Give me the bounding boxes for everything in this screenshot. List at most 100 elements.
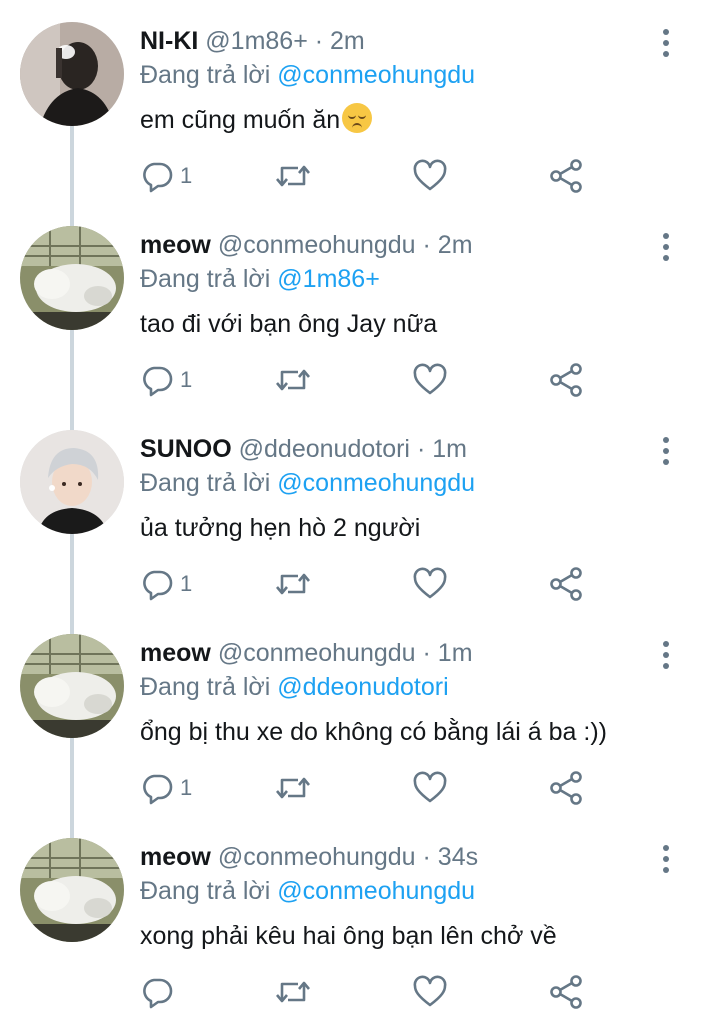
avatar[interactable] xyxy=(20,22,124,126)
display-name[interactable]: SUNOO xyxy=(140,435,232,463)
share-icon xyxy=(550,771,582,805)
avatar[interactable] xyxy=(20,430,124,534)
like-button[interactable] xyxy=(412,562,448,606)
tweet-text: ủa tưởng hẹn hò 2 người xyxy=(140,514,421,542)
more-vertical-icon[interactable] xyxy=(652,26,680,60)
tweet-actions: 1 xyxy=(0,766,720,810)
handle[interactable]: @ddeonudotori xyxy=(239,435,410,463)
heart-icon xyxy=(413,159,447,191)
tweet[interactable]: SUNOO @ddeonudotori · 1m Đang trả lời @c… xyxy=(0,408,720,612)
tweet-actions: 1 xyxy=(0,358,720,402)
share-button[interactable] xyxy=(548,154,584,198)
display-name[interactable]: meow xyxy=(140,639,211,667)
heart-icon xyxy=(413,567,447,599)
tweet-header: SUNOO @ddeonudotori · 1m xyxy=(140,432,467,466)
reply-button[interactable] xyxy=(140,970,180,1014)
share-button[interactable] xyxy=(548,358,584,402)
more-vertical-icon[interactable] xyxy=(652,842,680,876)
share-icon xyxy=(550,975,582,1009)
handle[interactable]: @conmeohungdu xyxy=(218,639,416,667)
timestamp[interactable]: 1m xyxy=(432,435,467,463)
display-name[interactable]: NI-KI xyxy=(140,27,198,55)
reply-icon xyxy=(143,774,173,805)
timestamp[interactable]: 2m xyxy=(438,231,473,259)
heart-icon xyxy=(413,975,447,1007)
person-silver-hair-avatar xyxy=(20,430,124,534)
replying-to: Đang trả lời @conmeohungdu xyxy=(140,466,475,500)
like-button[interactable] xyxy=(412,358,448,402)
timestamp[interactable]: 34s xyxy=(438,843,478,871)
mention-link[interactable]: @1m86+ xyxy=(277,265,380,293)
share-button[interactable] xyxy=(548,766,584,810)
tweet-actions: 1 xyxy=(0,562,720,606)
retweet-button[interactable] xyxy=(274,970,312,1014)
handle[interactable]: @conmeohungdu xyxy=(218,843,416,871)
tweet-header: meow @conmeohungdu · 1m xyxy=(140,636,473,670)
replying-to: Đang trả lời @conmeohungdu xyxy=(140,58,475,92)
more-vertical-icon[interactable] xyxy=(652,638,680,672)
replying-prefix: Đang trả lời xyxy=(140,469,271,497)
more-vertical-icon[interactable] xyxy=(652,434,680,468)
share-icon xyxy=(550,363,582,397)
separator: · xyxy=(416,435,426,463)
separator: · xyxy=(422,843,431,871)
retweet-button[interactable] xyxy=(274,562,312,606)
replying-prefix: Đang trả lời xyxy=(140,877,271,905)
tweet-text: ổng bị thu xe do không có bằng lái á ba … xyxy=(140,718,607,746)
replying-to: Đang trả lời @1m86+ xyxy=(140,262,380,296)
retweet-button[interactable] xyxy=(274,358,312,402)
tweet-header: meow @conmeohungdu · 2m xyxy=(140,228,473,262)
reply-icon xyxy=(143,570,173,601)
tweet[interactable]: NI-KI @1m86+ · 2m Đang trả lời @conmeohu… xyxy=(0,0,720,204)
handle[interactable]: @1m86+ xyxy=(205,27,308,55)
tweet-header: NI-KI @1m86+ · 2m xyxy=(140,24,365,58)
mention-link[interactable]: @conmeohungdu xyxy=(277,469,475,497)
reply-count: 1 xyxy=(180,367,193,392)
reply-count: 1 xyxy=(180,571,193,596)
reply-count: 1 xyxy=(180,163,193,188)
mention-link[interactable]: @conmeohungdu xyxy=(277,61,475,89)
display-name[interactable]: meow xyxy=(140,843,211,871)
tweet[interactable]: meow @conmeohungdu · 34s Đang trả lời @c… xyxy=(0,816,720,1020)
share-button[interactable] xyxy=(548,970,584,1014)
avatar[interactable] xyxy=(20,226,124,330)
avatar[interactable] xyxy=(20,634,124,738)
tweet-actions xyxy=(0,970,720,1014)
reply-button[interactable]: 1 xyxy=(140,358,192,402)
pensive-face-emoji xyxy=(342,103,373,133)
reply-icon xyxy=(143,978,173,1009)
share-button[interactable] xyxy=(548,562,584,606)
replying-prefix: Đang trả lời xyxy=(140,673,271,701)
reply-button[interactable]: 1 xyxy=(140,562,192,606)
timestamp[interactable]: 1m xyxy=(438,639,473,667)
separator: · xyxy=(422,231,431,259)
retweet-icon xyxy=(276,165,310,187)
replying-prefix: Đang trả lời xyxy=(140,61,271,89)
replying-to: Đang trả lời @conmeohungdu xyxy=(140,874,475,908)
tweet[interactable]: meow @conmeohungdu · 2m Đang trả lời @1m… xyxy=(0,204,720,408)
tweet-text: xong phải kêu hai ông bạn lên chở về xyxy=(140,922,557,950)
retweet-icon xyxy=(276,573,310,595)
mention-link[interactable]: @conmeohungdu xyxy=(277,877,475,905)
handle[interactable]: @conmeohungdu xyxy=(218,231,416,259)
retweet-button[interactable] xyxy=(274,766,312,810)
tweet[interactable]: meow @conmeohungdu · 1m Đang trả lời @dd… xyxy=(0,612,720,816)
like-button[interactable] xyxy=(412,154,448,198)
person-dark-avatar xyxy=(20,22,124,126)
mention-link[interactable]: @ddeonudotori xyxy=(277,673,448,701)
reply-button[interactable]: 1 xyxy=(140,766,192,810)
retweet-icon xyxy=(276,981,310,1003)
display-name[interactable]: meow xyxy=(140,231,211,259)
like-button[interactable] xyxy=(412,766,448,810)
retweet-icon xyxy=(276,369,310,391)
tweet-text: em cũng muốn ăn xyxy=(140,102,373,138)
like-button[interactable] xyxy=(412,970,448,1014)
retweet-button[interactable] xyxy=(274,154,312,198)
timestamp[interactable]: 2m xyxy=(330,27,365,55)
reply-button[interactable]: 1 xyxy=(140,154,192,198)
more-vertical-icon[interactable] xyxy=(652,230,680,264)
reply-icon xyxy=(143,366,173,397)
avatar[interactable] xyxy=(20,838,124,942)
replying-to: Đang trả lời @ddeonudotori xyxy=(140,670,449,704)
retweet-icon xyxy=(276,777,310,799)
